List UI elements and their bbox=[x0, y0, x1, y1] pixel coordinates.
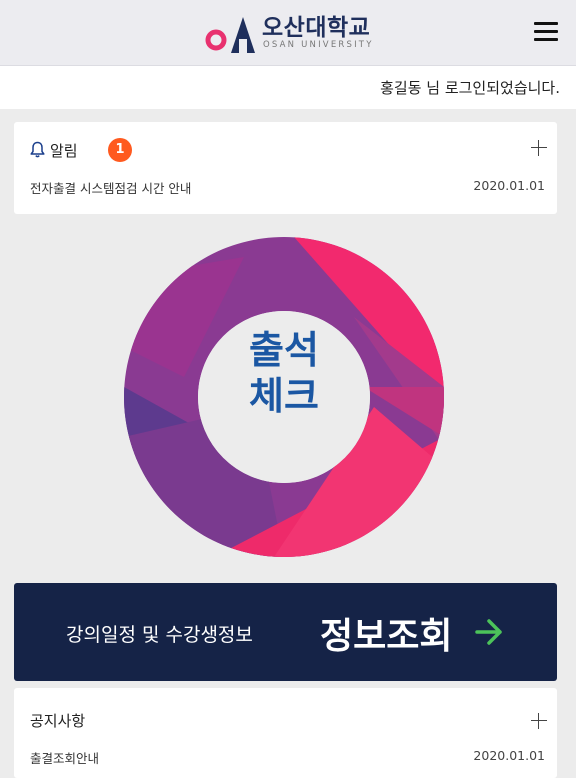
bell-icon bbox=[30, 141, 45, 158]
logo-english-text: OSAN UNIVERSITY bbox=[263, 40, 374, 50]
alarm-card: 알림 1 전자출결 시스템점검 시간 안내 2020.01.01 bbox=[14, 122, 557, 214]
arrow-right-icon bbox=[475, 619, 502, 645]
alarm-count-badge: 1 bbox=[108, 138, 132, 162]
app-header: 오산대학교 OSAN UNIVERSITY bbox=[0, 0, 576, 66]
attendance-label: 출석 체크 bbox=[124, 327, 444, 419]
notice-more-plus-icon[interactable] bbox=[531, 713, 547, 729]
attendance-line2: 체크 bbox=[249, 374, 319, 418]
logo-mark-icon bbox=[205, 17, 255, 53]
alarm-item-title[interactable]: 전자출결 시스템점검 시간 안내 bbox=[30, 178, 191, 197]
alarm-title: 알림 bbox=[50, 142, 78, 160]
alarm-more-plus-icon[interactable] bbox=[531, 140, 547, 156]
login-status-bar: 홍길동 님 로그인되었습니다. bbox=[0, 66, 576, 109]
logo-korean-text: 오산대학교 bbox=[262, 15, 371, 41]
info-subtitle: 강의일정 및 수강생정보 bbox=[66, 624, 253, 646]
alarm-item-date: 2020.01.01 bbox=[473, 178, 545, 193]
notice-card: 공지사항 출결조회안내 2020.01.01 bbox=[14, 688, 557, 778]
notice-item-title[interactable]: 출결조회안내 bbox=[30, 748, 99, 767]
info-title: 정보조회 bbox=[320, 616, 453, 657]
hamburger-menu-icon[interactable] bbox=[534, 22, 558, 44]
attendance-line1: 출석 bbox=[249, 328, 319, 372]
notice-item-date: 2020.01.01 bbox=[473, 748, 545, 763]
university-logo[interactable]: 오산대학교 OSAN UNIVERSITY bbox=[205, 13, 385, 53]
info-lookup-banner[interactable]: 강의일정 및 수강생정보 정보조회 bbox=[14, 583, 557, 681]
notice-title: 공지사항 bbox=[30, 712, 86, 730]
login-message: 홍길동 님 로그인되었습니다. bbox=[380, 79, 560, 97]
attendance-check-button[interactable]: 출석 체크 bbox=[124, 237, 444, 557]
